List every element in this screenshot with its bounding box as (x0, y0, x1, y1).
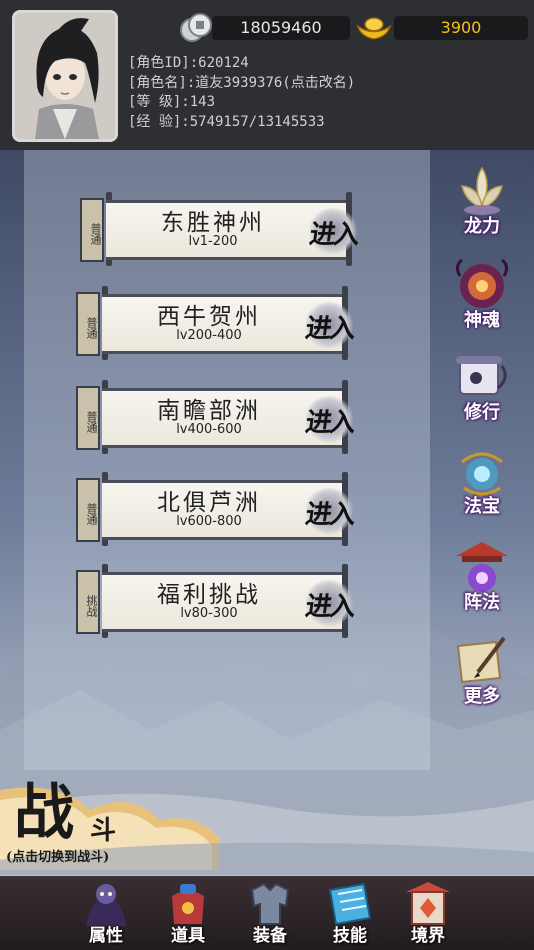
tab-label: 装备 (253, 926, 287, 946)
side-button-longli[interactable]: 龙力 (444, 162, 520, 238)
enter-label: 进入 (303, 592, 356, 622)
item-bag-icon (172, 884, 204, 924)
map-level-range: lv1-200 (188, 234, 238, 249)
side-button-xiuxing[interactable]: 修行 (444, 348, 520, 424)
map-item-xiniu[interactable]: 普通 西牛贺州 lv200-400 进入 (76, 284, 366, 360)
gold-ingot-icon (356, 17, 392, 40)
character-icon (86, 884, 126, 926)
battle-switch-banner[interactable]: 战 斗 (点击切换到战斗) (0, 760, 534, 875)
silver-currency-value: 18059460 (212, 16, 350, 40)
enter-button[interactable]: 进入 (298, 392, 368, 446)
player-level-value: 143 (189, 94, 216, 110)
side-button-zhenfa[interactable]: 阵法 (444, 538, 520, 614)
map-level-range: lv200-400 (176, 328, 242, 343)
side-button-label: 修行 (464, 402, 500, 423)
gold-currency-value: 3900 (394, 16, 528, 40)
map-tag: 普通 (80, 198, 104, 262)
map-name: 东胜神州 (161, 210, 265, 236)
player-header: 18059460 3900 [角色ID]:620124 [角色名]:道友3939… (0, 0, 534, 150)
info-label: [角色ID]: (128, 55, 199, 71)
bottom-nav-bar: 属性 道具 装备 技能 境界 (0, 876, 534, 950)
map-name: 西牛贺州 (157, 304, 261, 330)
side-button-label: 阵法 (464, 592, 500, 613)
avatar-portrait-icon (15, 13, 115, 139)
map-level-range: lv400-600 (176, 422, 242, 437)
side-button-shenhun[interactable]: 神魂 (444, 256, 520, 332)
armor-icon (250, 882, 290, 925)
realm-gate-icon (406, 882, 450, 925)
player-info: [角色ID]:620124 [角色名]:道友3939376(点击改名) [等 级… (128, 54, 355, 132)
player-exp-value: 5749157/13145533 (189, 113, 325, 130)
battle-subtitle: 斗 (90, 816, 117, 846)
skill-book-icon (328, 882, 372, 926)
silver-coin-icon (180, 13, 212, 42)
map-tag: 普通 (76, 478, 100, 542)
enter-label: 进入 (303, 314, 356, 344)
info-label: [角色名]: (128, 74, 196, 91)
map-item-dongsheng[interactable]: 普通 东胜神州 lv1-200 进入 (80, 190, 370, 266)
tab-items[interactable]: 道具 (152, 876, 224, 950)
map-item-welfare-challenge[interactable]: 挑战 福利挑战 lv80-300 进入 (76, 562, 366, 638)
map-level-range: lv600-800 (176, 514, 242, 529)
info-row-exp: [经 验]:5749157/13145533 (128, 113, 355, 133)
enter-button[interactable]: 进入 (298, 576, 368, 630)
map-tag: 普通 (76, 292, 100, 356)
side-button-label: 神魂 (464, 310, 500, 331)
tab-skills[interactable]: 技能 (314, 876, 386, 950)
map-item-nanzhan[interactable]: 普通 南瞻部洲 lv400-600 进入 (76, 378, 366, 454)
enter-button[interactable]: 进入 (298, 298, 368, 352)
side-button-label: 更多 (464, 686, 500, 707)
enter-button[interactable]: 进入 (302, 204, 372, 258)
tab-attributes[interactable]: 属性 (70, 876, 142, 950)
tab-realm[interactable]: 境界 (392, 876, 464, 950)
enter-label: 进入 (307, 220, 360, 250)
side-button-label: 龙力 (464, 216, 500, 237)
enter-label: 进入 (303, 500, 356, 530)
info-row-id: [角色ID]:620124 (128, 54, 355, 74)
map-name: 北俱芦洲 (157, 490, 261, 516)
enter-label: 进入 (303, 408, 356, 438)
info-label: [经 验]: (128, 113, 190, 130)
tab-label: 道具 (171, 926, 205, 946)
battle-title: 战 (14, 778, 74, 848)
map-name: 福利挑战 (157, 582, 261, 608)
player-name-value[interactable]: 道友3939376(点击改名) (195, 75, 355, 91)
side-button-label: 法宝 (464, 496, 500, 517)
map-tag: 挑战 (76, 570, 100, 634)
tab-equipment[interactable]: 装备 (234, 876, 306, 950)
info-row-level: [等 级]:143 (128, 93, 355, 113)
player-id-value: 620124 (198, 55, 249, 71)
battle-hint: (点击切换到战斗) (6, 850, 110, 865)
map-item-beiju[interactable]: 普通 北俱芦洲 lv600-800 进入 (76, 470, 366, 546)
enter-button[interactable]: 进入 (298, 484, 368, 538)
map-tag: 普通 (76, 386, 100, 450)
side-button-more[interactable]: 更多 (444, 632, 520, 708)
tab-label: 技能 (333, 926, 367, 946)
info-row-name[interactable]: [角色名]:道友3939376(点击改名) (128, 74, 355, 94)
map-name: 南瞻部洲 (157, 398, 261, 424)
info-label: [等 级]: (128, 94, 190, 110)
tab-label: 属性 (89, 926, 123, 946)
tab-label: 境界 (411, 926, 445, 946)
side-button-fabao[interactable]: 法宝 (444, 442, 520, 518)
player-avatar[interactable] (12, 10, 118, 142)
map-level-range: lv80-300 (180, 606, 238, 621)
